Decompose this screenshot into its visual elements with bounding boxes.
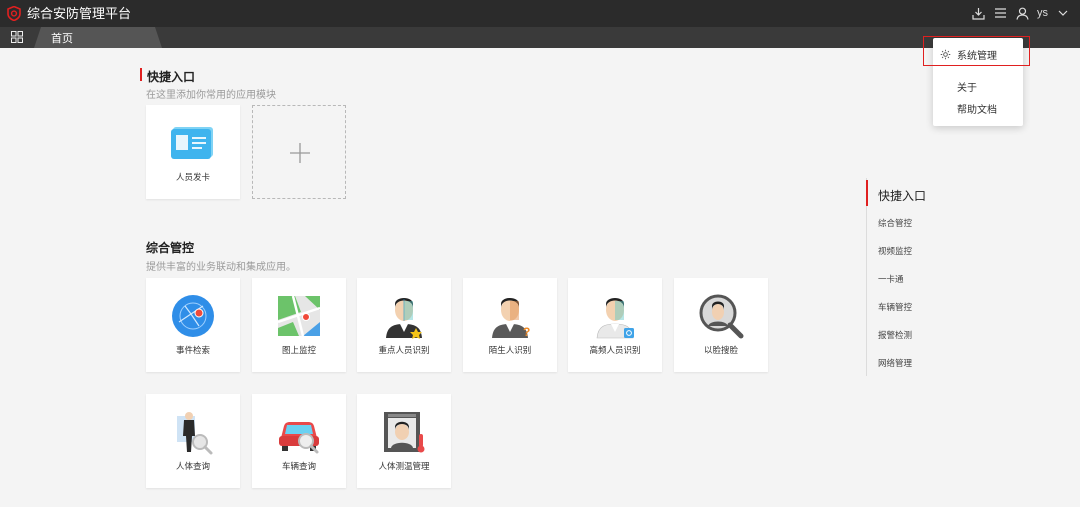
id-card-icon bbox=[171, 127, 213, 159]
menu-icon[interactable] bbox=[993, 6, 1007, 20]
card-frequent-person[interactable]: 高频人员识别 bbox=[568, 278, 662, 372]
side-nav-item-integrated[interactable]: 综合管控 bbox=[878, 217, 912, 229]
card-label: 人员发卡 bbox=[175, 172, 210, 182]
map-monitor-icon bbox=[277, 295, 321, 337]
side-nav-item-video[interactable]: 视频监控 bbox=[878, 245, 912, 257]
side-nav-item-quick-entry[interactable]: 快捷入口 bbox=[878, 187, 926, 204]
side-nav-active-indicator bbox=[866, 180, 868, 206]
app-title: 综合安防管理平台 bbox=[27, 6, 132, 21]
chevron-down-icon[interactable] bbox=[1056, 6, 1070, 20]
side-nav-item-vehicle[interactable]: 车辆管控 bbox=[878, 301, 912, 313]
card-label: 陌生人识别 bbox=[488, 345, 532, 355]
card-stranger[interactable]: ? 陌生人识别 bbox=[463, 278, 557, 372]
card-label: 图上监控 bbox=[281, 345, 316, 355]
add-quick-entry-button[interactable] bbox=[252, 105, 346, 199]
card-event-search[interactable]: 事件检索 bbox=[146, 278, 240, 372]
vehicle-search-icon bbox=[279, 422, 319, 454]
tab-home[interactable]: 首页 bbox=[34, 27, 162, 48]
menu-item-about[interactable]: 关于 bbox=[957, 79, 977, 94]
card-map-monitor[interactable]: 图上监控 bbox=[252, 278, 346, 372]
card-label: 事件检索 bbox=[175, 345, 210, 355]
card-face-search[interactable]: 以脸搜脸 bbox=[674, 278, 768, 372]
card-label: 车辆查询 bbox=[281, 461, 316, 471]
card-key-person[interactable]: 重点人员识别 bbox=[357, 278, 451, 372]
menu-item-help-docs[interactable]: 帮助文档 bbox=[957, 101, 997, 116]
integrated-section-subtitle: 提供丰富的业务联动和集成应用。 bbox=[146, 262, 296, 273]
card-label: 人体查询 bbox=[175, 461, 210, 471]
key-person-icon bbox=[386, 298, 422, 339]
quick-section-subtitle: 在这里添加你常用的应用模块 bbox=[146, 90, 276, 101]
svg-text:?: ? bbox=[523, 325, 530, 339]
card-body-search[interactable]: 人体查询 bbox=[146, 394, 240, 488]
event-search-icon bbox=[172, 295, 214, 337]
card-label: 重点人员识别 bbox=[378, 345, 430, 355]
app-grid-icon[interactable] bbox=[11, 31, 23, 43]
download-icon[interactable] bbox=[971, 6, 985, 20]
side-nav-item-alarm[interactable]: 报警检测 bbox=[878, 329, 912, 341]
temperature-icon bbox=[384, 412, 425, 453]
side-nav: 快捷入口 综合管控 视频监控 一卡通 车辆管控 报警检测 网络管理 bbox=[866, 178, 986, 376]
card-label: 以脸搜脸 bbox=[703, 345, 738, 355]
top-bar: 综合安防管理平台 ys bbox=[0, 0, 1080, 27]
tab-home-label: 首页 bbox=[51, 33, 73, 45]
face-search-icon bbox=[699, 294, 744, 339]
highlight-annotation bbox=[923, 36, 1030, 66]
body-search-icon bbox=[177, 412, 213, 455]
tab-bar: 首页 bbox=[0, 27, 1080, 48]
card-person-card-issue[interactable]: 人员发卡 bbox=[146, 105, 240, 199]
shield-logo-icon bbox=[7, 6, 21, 21]
section-accent-bar bbox=[140, 68, 142, 81]
username[interactable]: ys bbox=[1037, 7, 1048, 19]
card-vehicle-search[interactable]: 车辆查询 bbox=[252, 394, 346, 488]
side-nav-item-card[interactable]: 一卡通 bbox=[878, 273, 904, 285]
plus-icon bbox=[290, 143, 310, 163]
card-label: 高频人员识别 bbox=[589, 345, 641, 355]
integrated-section-title: 综合管控 bbox=[146, 241, 195, 255]
side-nav-item-network[interactable]: 网络管理 bbox=[878, 357, 912, 369]
stranger-icon: ? bbox=[492, 298, 530, 339]
card-temperature-management[interactable]: 人体测温管理 bbox=[357, 394, 451, 488]
frequent-person-icon bbox=[596, 298, 634, 339]
user-icon[interactable] bbox=[1015, 6, 1029, 20]
card-label: 人体测温管理 bbox=[378, 461, 430, 471]
quick-section-title: 快捷入口 bbox=[147, 70, 196, 84]
